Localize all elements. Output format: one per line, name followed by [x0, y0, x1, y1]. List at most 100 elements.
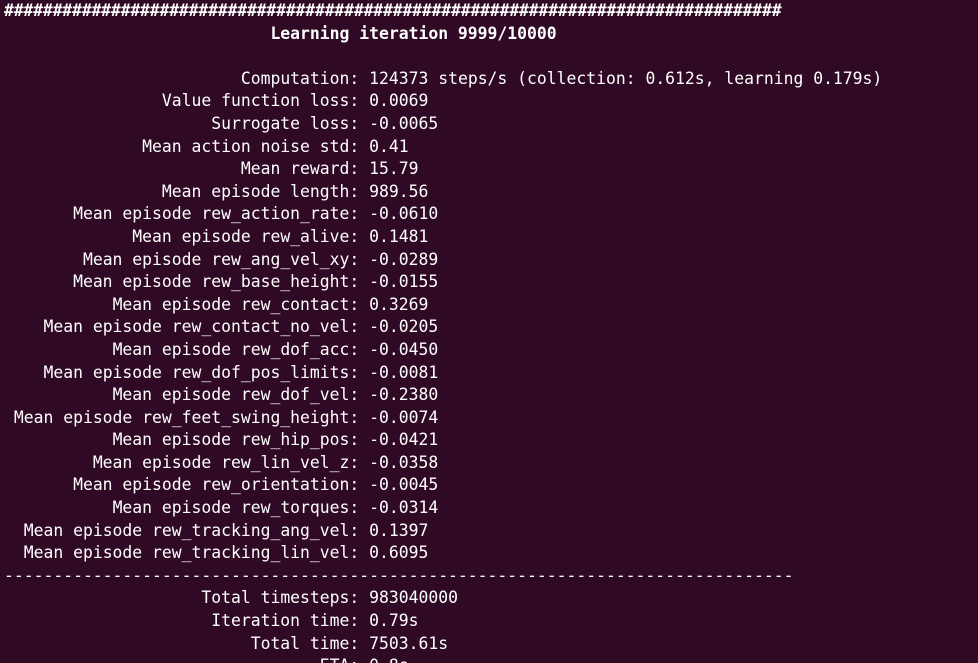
stat-row-indent: [4, 137, 142, 156]
stat-label: Mean episode rew_contact_no_vel:: [43, 317, 360, 337]
stat-value: -0.2380: [369, 385, 439, 405]
summary-value: 7503.61s: [369, 633, 449, 653]
stat-value: -0.0610: [369, 204, 439, 224]
stat-row-gap: [359, 543, 369, 562]
summary-row-indent: [4, 656, 320, 663]
stat-row-indent: [4, 543, 24, 562]
summary-value: 0.79s: [369, 611, 419, 631]
stat-value: -0.0081: [369, 362, 439, 382]
stat-row-gap: [359, 137, 369, 156]
stat-row-indent: [4, 385, 113, 404]
stat-row: Surrogate loss: -0.0065: [4, 113, 978, 136]
summary-row-indent: [4, 588, 201, 607]
stat-value: 0.0069: [369, 91, 429, 111]
stat-row-indent: [4, 182, 162, 201]
summary-row-gap: [359, 611, 369, 630]
stat-row: Mean episode rew_tracking_ang_vel: 0.139…: [4, 520, 978, 543]
stat-value: -0.0065: [369, 113, 439, 133]
stat-row: Mean episode rew_dof_pos_limits: -0.0081: [4, 362, 978, 385]
stat-row-indent: [4, 521, 24, 540]
stat-label: Mean episode rew_contact:: [112, 294, 360, 314]
stat-row: Mean episode rew_feet_swing_height: -0.0…: [4, 407, 978, 430]
stat-row-gap: [359, 250, 369, 269]
stat-value: 0.1397: [369, 520, 429, 540]
stat-row: Mean episode rew_contact: 0.3269: [4, 294, 978, 317]
stat-row: Mean action noise std: 0.41: [4, 136, 978, 159]
stat-label: Mean episode rew_hip_pos:: [112, 430, 360, 450]
title-indent: [4, 24, 270, 43]
stat-row-gap: [359, 408, 369, 427]
summary-block: Total timesteps: 983040000 Iteration tim…: [4, 587, 978, 663]
stat-row-gap: [359, 430, 369, 449]
stat-value: 15.79: [369, 159, 419, 179]
stat-row-indent: [4, 430, 113, 449]
stat-row: Mean episode rew_action_rate: -0.0610: [4, 203, 978, 226]
stat-label: Mean episode rew_dof_acc:: [112, 339, 360, 359]
stat-row-indent: [4, 340, 113, 359]
stat-row-indent: [4, 317, 43, 336]
stat-value: 124373 steps/s (collection: 0.612s, lear…: [369, 68, 883, 88]
summary-row: Iteration time: 0.79s: [4, 610, 978, 633]
stat-row-gap: [359, 114, 369, 133]
stat-row-indent: [4, 498, 113, 517]
stat-row-gap: [359, 227, 369, 246]
stat-label: Mean episode rew_tracking_ang_vel:: [23, 520, 360, 540]
stat-label: Mean action noise std:: [142, 136, 360, 156]
stat-row: Mean episode rew_torques: -0.0314: [4, 497, 978, 520]
summary-row-indent: [4, 634, 251, 653]
stat-label: Surrogate loss:: [211, 113, 360, 133]
summary-row: Total time: 7503.61s: [4, 633, 978, 656]
dash-separator: ----------------------------------------…: [4, 565, 794, 585]
stat-value: -0.0205: [369, 317, 439, 337]
stat-row-gap: [359, 295, 369, 314]
stat-value: -0.0450: [369, 339, 439, 359]
hash-separator: ########################################…: [4, 1, 782, 20]
stat-row-gap: [359, 363, 369, 382]
stat-row: Mean episode rew_alive: 0.1481: [4, 226, 978, 249]
summary-row-gap: [359, 588, 369, 607]
stat-row-indent: [4, 114, 211, 133]
stats-block: Computation: 124373 steps/s (collection:…: [4, 68, 978, 565]
stat-row-indent: [4, 363, 43, 382]
summary-value: 0.8s: [369, 656, 408, 663]
stat-row-indent: [4, 250, 83, 269]
summary-row: Total timesteps: 983040000: [4, 587, 978, 610]
stat-row-gap: [359, 475, 369, 494]
stat-value: 0.41: [369, 136, 409, 156]
summary-label: Total timesteps:: [201, 588, 360, 608]
summary-label: Iteration time:: [211, 611, 360, 631]
stat-label: Mean episode rew_dof_vel:: [112, 385, 360, 405]
stat-label: Mean episode rew_base_height:: [73, 272, 360, 292]
stat-label: Computation:: [240, 68, 360, 88]
stat-value: -0.0314: [369, 498, 439, 518]
stat-row-indent: [4, 408, 14, 427]
stat-value: 0.3269: [369, 294, 429, 314]
stat-label: Mean episode rew_lin_vel_z:: [92, 452, 360, 472]
terminal-window[interactable]: ########################################…: [0, 0, 978, 663]
stat-row-indent: [4, 453, 93, 472]
stat-row-indent: [4, 69, 241, 88]
stat-value: -0.0358: [369, 452, 439, 472]
stat-row-gap: [359, 521, 369, 540]
stat-label: Mean reward:: [240, 159, 360, 179]
stat-row-indent: [4, 91, 162, 110]
stat-value: 0.1481: [369, 226, 429, 246]
summary-row: ETA: 0.8s: [4, 655, 978, 663]
stat-row: Mean episode length: 989.56: [4, 181, 978, 204]
stat-row-gap: [359, 182, 369, 201]
stat-row: Value function loss: 0.0069: [4, 90, 978, 113]
stat-row: Mean reward: 15.79: [4, 158, 978, 181]
stat-row-gap: [359, 385, 369, 404]
stat-row-indent: [4, 295, 113, 314]
iteration-title: Learning iteration 9999/10000: [4, 23, 978, 46]
summary-row-gap: [359, 634, 369, 653]
stat-row-gap: [359, 204, 369, 223]
stat-value: 989.56: [369, 181, 429, 201]
stat-row-indent: [4, 475, 73, 494]
stat-value: -0.0289: [369, 249, 439, 269]
stat-label: Mean episode rew_tracking_lin_vel:: [23, 543, 360, 563]
stat-row: Mean episode rew_dof_acc: -0.0450: [4, 339, 978, 362]
stat-row: Mean episode rew_orientation: -0.0045: [4, 474, 978, 497]
stat-row-gap: [359, 453, 369, 472]
stat-value: 0.6095: [369, 543, 429, 563]
